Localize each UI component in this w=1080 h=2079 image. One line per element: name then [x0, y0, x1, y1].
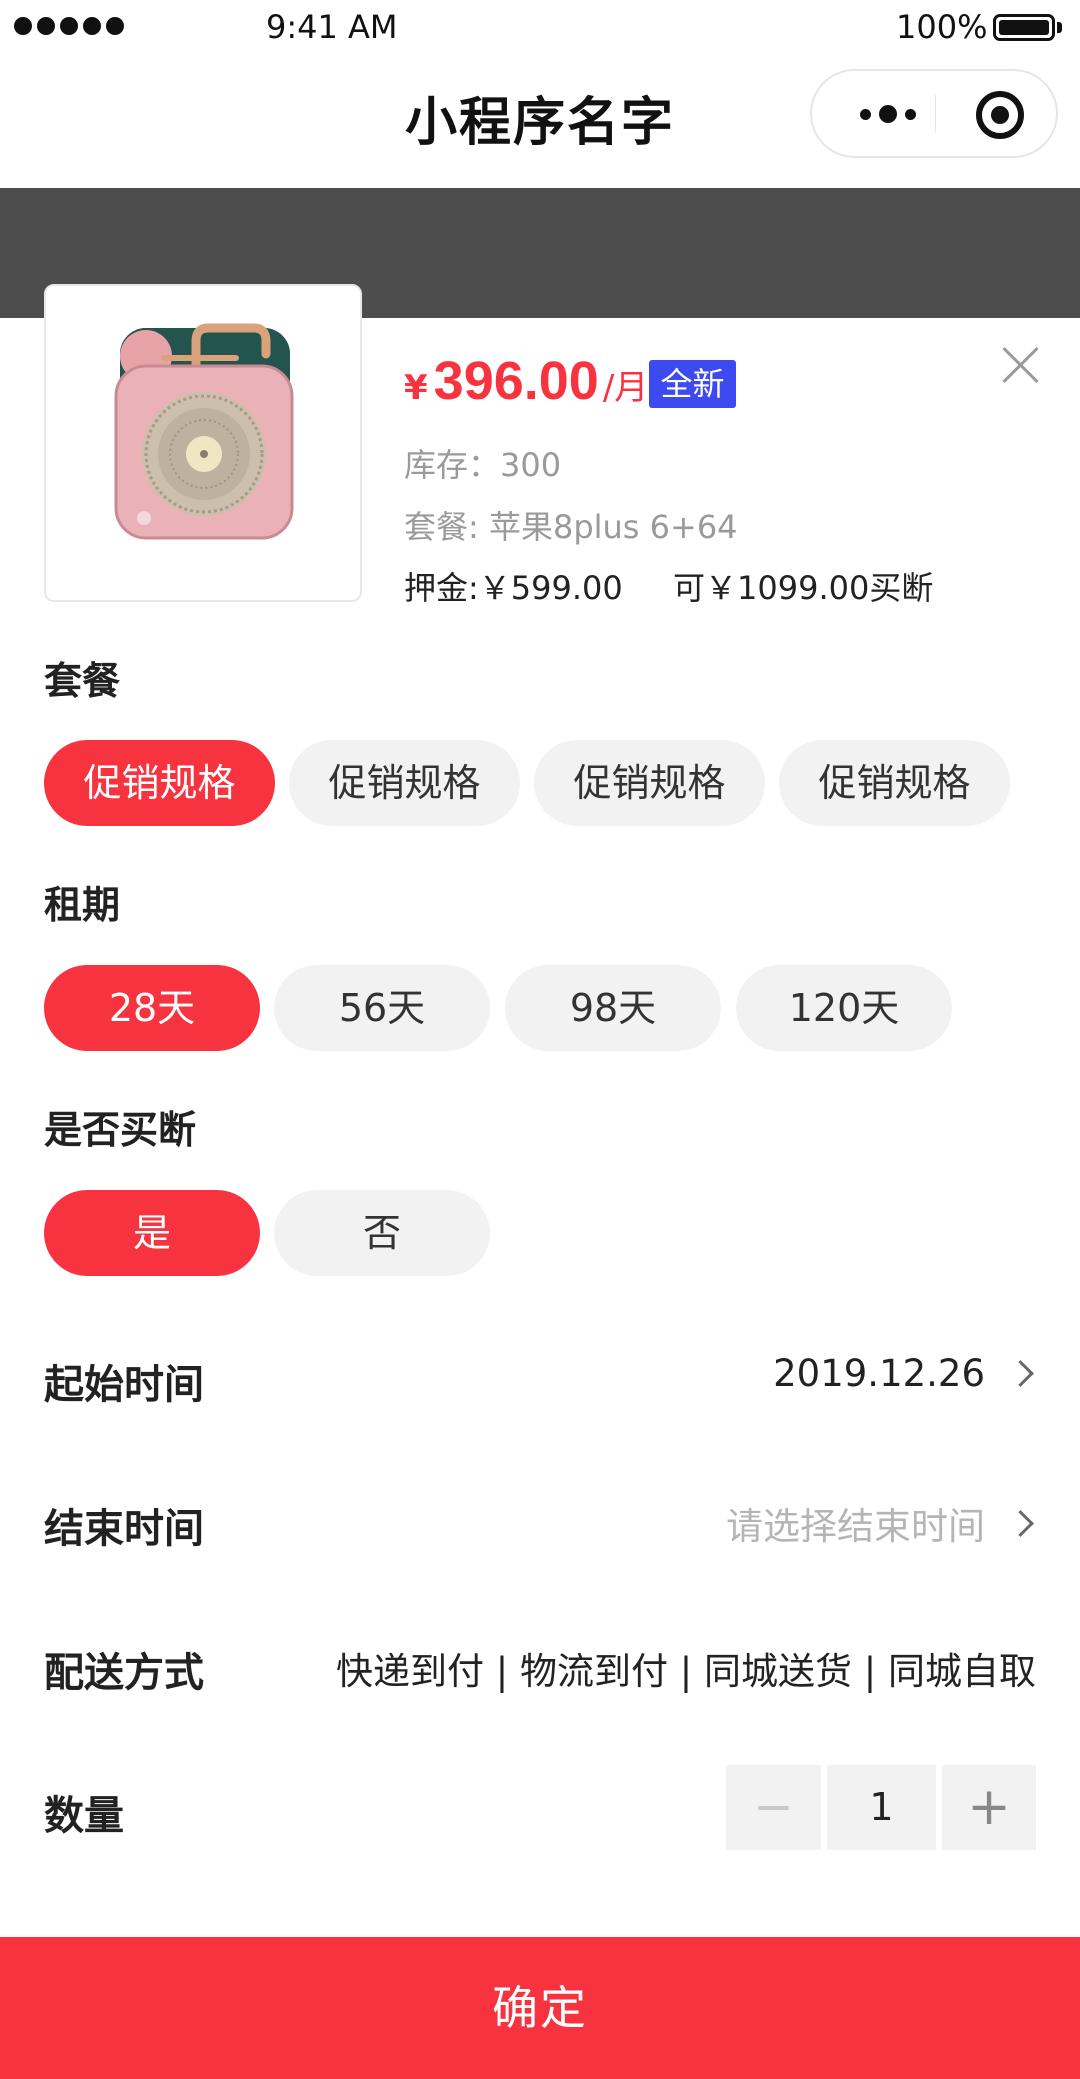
- mini-program-capsule: [810, 69, 1058, 158]
- battery-icon: [993, 14, 1055, 41]
- stock-text: 库存：300: [404, 446, 562, 484]
- battery-cap: [1057, 22, 1062, 33]
- buyout-option[interactable]: 否: [274, 1190, 490, 1276]
- start-time-picker[interactable]: 2019.12.26: [773, 1352, 1036, 1395]
- confirm-button[interactable]: 确定: [0, 1937, 1080, 2079]
- end-time-label: 结束时间: [44, 1506, 204, 1552]
- end-time-placeholder: 请选择结束时间: [726, 1505, 985, 1548]
- package-option[interactable]: 促销规格: [44, 740, 275, 826]
- capsule-divider: [935, 95, 936, 133]
- package-section-title: 套餐: [44, 659, 121, 703]
- deposit-text: 押金:￥599.00: [404, 569, 623, 607]
- battery-percent: 100%: [896, 8, 988, 46]
- package-option[interactable]: 促销规格: [779, 740, 1010, 826]
- close-icon[interactable]: [1000, 345, 1040, 385]
- package-option[interactable]: 促销规格: [534, 740, 765, 826]
- term-option[interactable]: 56天: [274, 965, 490, 1051]
- term-option[interactable]: 98天: [505, 965, 721, 1051]
- quantity-minus-button[interactable]: −: [726, 1765, 821, 1850]
- start-time-label: 起始时间: [44, 1362, 204, 1408]
- price: ¥ 396.00 /月: [404, 350, 648, 420]
- quantity-value[interactable]: 1: [827, 1765, 936, 1850]
- target-icon[interactable]: [976, 91, 1024, 139]
- end-time-picker[interactable]: 请选择结束时间: [726, 1496, 1036, 1550]
- price-value: 396.00: [433, 351, 599, 411]
- quantity-plus-button[interactable]: +: [942, 1765, 1036, 1850]
- new-badge: 全新: [649, 360, 736, 408]
- speaker-product-image: [114, 323, 294, 540]
- delivery-label: 配送方式: [44, 1650, 204, 1696]
- buyout-option[interactable]: 是: [44, 1190, 260, 1276]
- more-dots-icon[interactable]: [848, 91, 928, 137]
- buyout-text: 可￥1099.00买断: [673, 569, 934, 607]
- buyout-section-title: 是否买断: [44, 1108, 197, 1152]
- chevron-right-icon: [1007, 1360, 1034, 1387]
- quantity-label: 数量: [44, 1793, 124, 1839]
- chevron-right-icon: [1007, 1509, 1034, 1537]
- delivery-options[interactable]: 快递到付 | 物流到付 | 同城送货 | 同城自取: [336, 1641, 1036, 1695]
- term-option[interactable]: 120天: [736, 965, 952, 1051]
- status-bar: 9:41 AM 100%: [0, 0, 1080, 56]
- price-unit: /月: [602, 368, 649, 408]
- package-option[interactable]: 促销规格: [289, 740, 520, 826]
- term-option[interactable]: 28天: [44, 965, 260, 1051]
- start-time-value: 2019.12.26: [773, 1352, 985, 1395]
- product-image: [44, 284, 362, 602]
- price-currency: ¥: [404, 368, 428, 408]
- term-section-title: 租期: [44, 883, 121, 927]
- package-text: 套餐: 苹果8plus 6+64: [404, 508, 738, 546]
